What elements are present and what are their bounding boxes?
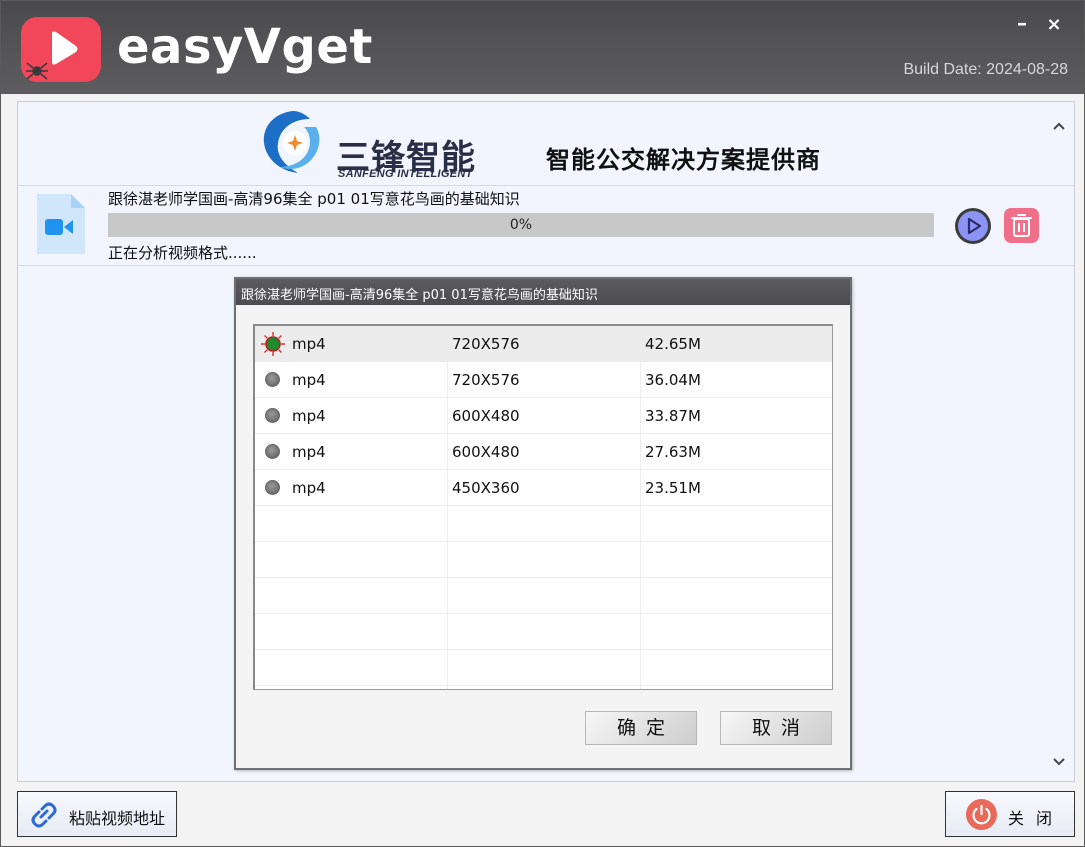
radio-selected-icon[interactable]	[260, 331, 286, 357]
format-row[interactable]: mp4 600X480 33.87M	[255, 398, 832, 434]
empty-row	[255, 506, 832, 542]
sanfeng-logo-icon	[263, 111, 320, 173]
size-cell: 36.04M	[645, 371, 701, 389]
divider	[18, 265, 1074, 266]
resolution-cell: 600X480	[452, 443, 520, 461]
empty-row	[255, 614, 832, 650]
cancel-button[interactable]: 取消	[720, 711, 832, 745]
radio-icon[interactable]	[265, 444, 280, 459]
resolution-cell: 720X576	[452, 371, 520, 389]
build-date: Build Date: 2024-08-28	[903, 61, 1068, 78]
dialog-title: 跟徐湛老师学国画-高清96集全 p01 01写意花鸟画的基础知识	[241, 288, 598, 303]
delete-button[interactable]	[1004, 208, 1039, 243]
play-button[interactable]	[954, 207, 992, 245]
radio-icon[interactable]	[265, 372, 280, 387]
app-window: easyVget Build Date: 2024-08-28 – × 三锋智能…	[0, 0, 1085, 847]
brand-name-en: SANFENG INTELLIGENT	[338, 168, 473, 180]
brand-slogan: 智能公交解决方案提供商	[546, 146, 821, 174]
empty-row	[255, 542, 832, 578]
resolution-cell: 720X576	[452, 335, 520, 353]
power-icon	[966, 799, 997, 830]
chevron-down-icon[interactable]	[1052, 752, 1066, 771]
task-title: 跟徐湛老师学国画-高清96集全 p01 01写意花鸟画的基础知识	[108, 190, 520, 208]
close-label: 关闭	[1008, 809, 1065, 828]
minimize-button[interactable]: –	[1010, 11, 1034, 35]
ok-button[interactable]: 确定	[585, 711, 697, 745]
size-cell: 33.87M	[645, 407, 701, 425]
app-title: easyVget	[117, 19, 373, 75]
progress-percent: 0%	[509, 217, 533, 233]
link-icon	[31, 802, 57, 828]
format-cell: mp4	[292, 479, 326, 497]
format-cell: mp4	[292, 407, 326, 425]
empty-row	[255, 650, 832, 686]
format-row[interactable]: mp4 450X360 23.51M	[255, 470, 832, 506]
video-file-icon	[33, 192, 87, 260]
empty-row	[255, 578, 832, 614]
size-cell: 27.63M	[645, 443, 701, 461]
resolution-cell: 450X360	[452, 479, 520, 497]
radio-icon[interactable]	[265, 408, 280, 423]
format-select-dialog: 跟徐湛老师学国画-高清96集全 p01 01写意花鸟画的基础知识 mp4 720…	[234, 277, 852, 770]
ad-banner: 三锋智能 SANFENG INTELLIGENT 智能公交解决方案提供商	[18, 102, 1074, 186]
size-cell: 42.65M	[645, 335, 701, 353]
radio-icon[interactable]	[265, 480, 280, 495]
close-button[interactable]: 关闭	[945, 791, 1075, 837]
format-row[interactable]: mp4 720X576 36.04M	[255, 362, 832, 398]
chevron-up-icon[interactable]	[1052, 116, 1066, 135]
format-cell: mp4	[292, 335, 326, 353]
play-circle-icon	[955, 208, 991, 244]
task-status: 正在分析视频格式......	[108, 244, 257, 262]
format-cell: mp4	[292, 371, 326, 389]
format-list: mp4 720X576 42.65M mp4 720X576 36.04M mp…	[253, 324, 833, 690]
resolution-cell: 600X480	[452, 407, 520, 425]
size-cell: 23.51M	[645, 479, 701, 497]
window-close-button[interactable]: ×	[1042, 13, 1066, 37]
app-logo-icon	[21, 17, 101, 82]
download-progress-bar: 0%	[108, 213, 934, 237]
paste-url-label: 粘贴视频地址	[69, 809, 166, 828]
paste-url-button[interactable]: 粘贴视频地址	[17, 791, 177, 837]
title-bar: easyVget Build Date: 2024-08-28 – ×	[1, 1, 1084, 94]
format-cell: mp4	[292, 443, 326, 461]
format-row[interactable]: mp4 600X480 27.63M	[255, 434, 832, 470]
trash-icon	[1011, 214, 1032, 237]
dialog-title-bar: 跟徐湛老师学国画-高清96集全 p01 01写意花鸟画的基础知识	[236, 279, 850, 305]
format-row[interactable]: mp4 720X576 42.65M	[255, 326, 832, 362]
divider	[18, 185, 1074, 186]
